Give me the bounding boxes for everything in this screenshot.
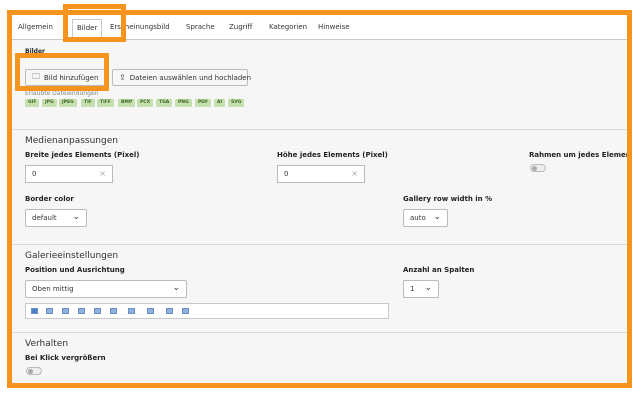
filetype-badge: GIF <box>25 99 40 107</box>
border-color-select[interactable]: default ⌄ <box>25 209 87 227</box>
behavior-title: Verhalten <box>25 339 69 349</box>
tab-hinweise[interactable]: Hinweise <box>318 23 350 31</box>
align-intext-right-icon[interactable] <box>128 308 135 314</box>
position-select[interactable]: Oben mittig ⌄ <box>25 280 187 298</box>
gallery-section: Galerieeinstellungen Position und Ausric… <box>12 244 627 333</box>
gallery-row-label: Gallery row width in % <box>403 195 493 203</box>
highlight-bilder-tab <box>63 4 126 42</box>
enlarge-toggle[interactable] <box>26 367 42 375</box>
filetype-badge: JPEG <box>59 99 77 107</box>
filetype-badge: BMP <box>118 99 136 107</box>
alignment-selector <box>25 303 389 319</box>
width-value: 0 <box>32 170 37 178</box>
filetype-badge: TGA <box>156 99 173 107</box>
chevron-down-icon: ⌄ <box>424 283 432 293</box>
filetype-badge: AI <box>214 99 226 107</box>
clear-icon[interactable]: × <box>99 169 106 178</box>
upload-icon: ⇪ <box>119 73 126 82</box>
chevron-down-icon: ⌄ <box>172 283 180 293</box>
height-value: 0 <box>284 170 289 178</box>
border-frame-toggle[interactable] <box>530 164 546 172</box>
columns-label: Anzahl an Spalten <box>403 266 475 274</box>
tab-kategorien[interactable]: Kategorien <box>269 23 307 31</box>
height-label: Höhe jedes Elements (Pixel) <box>277 151 388 159</box>
align-top-right-icon[interactable] <box>46 308 53 314</box>
filetype-badge: PNG <box>175 99 192 107</box>
width-label: Breite jedes Elements (Pixel) <box>25 151 140 159</box>
border-color-value: default <box>32 214 57 222</box>
tab-content: Bilder 🗀 Bild hinzufügen ⇪ Dateien auswä… <box>12 40 627 383</box>
position-label: Position und Ausrichtung <box>25 266 125 274</box>
select-upload-button[interactable]: ⇪ Dateien auswählen und hochladen <box>112 69 252 86</box>
columns-value: 1 <box>410 285 415 293</box>
align-beside-left-icon[interactable] <box>182 308 189 314</box>
border-frame-label: Rahmen um jedes Element <box>529 151 632 159</box>
align-top-left-icon[interactable] <box>62 308 69 314</box>
media-title: Medienanpassungen <box>25 136 118 146</box>
media-section: Medienanpassungen Breite jedes Elements … <box>12 129 627 245</box>
select-upload-label: Dateien auswählen und hochladen <box>129 73 252 82</box>
gallery-row-value: auto <box>410 214 426 222</box>
highlight-add-image-button <box>15 53 109 91</box>
tab-zugriff[interactable]: Zugriff <box>229 23 252 31</box>
tab-allgemein[interactable]: Allgemein <box>18 23 53 31</box>
align-top-center-icon[interactable] <box>31 308 38 314</box>
chevron-down-icon: ⌄ <box>72 212 80 222</box>
clear-icon[interactable]: × <box>351 169 358 178</box>
filetype-badge: TIF <box>81 99 95 107</box>
filetype-badge: SVG <box>228 99 245 107</box>
gallery-row-select[interactable]: auto ⌄ <box>403 209 448 227</box>
height-input[interactable]: 0 × <box>277 165 365 183</box>
align-beside-right-icon[interactable] <box>166 308 173 314</box>
position-value: Oben mittig <box>32 285 74 293</box>
allowed-types-label: Erlaubte Dateiendungen <box>25 90 99 97</box>
align-intext-left-icon[interactable] <box>147 308 154 314</box>
gallery-title: Galerieeinstellungen <box>25 251 119 261</box>
filetype-badge: TIFF <box>97 99 114 107</box>
file-types-list: GIF JPG JPEG TIF TIFF BMP PCX TGA PNG PD… <box>25 99 275 108</box>
tab-sprache[interactable]: Sprache <box>186 23 215 31</box>
align-bottom-left-icon[interactable] <box>110 308 117 314</box>
filetype-badge: PCX <box>137 99 154 107</box>
align-bottom-right-icon[interactable] <box>94 308 101 314</box>
columns-select[interactable]: 1 ⌄ <box>403 280 439 298</box>
width-input[interactable]: 0 × <box>25 165 113 183</box>
align-bottom-center-icon[interactable] <box>78 308 85 314</box>
enlarge-label: Bei Klick vergrößern <box>25 354 106 362</box>
behavior-section: Verhalten Bei Klick vergrößern <box>12 332 627 383</box>
filetype-badge: PDF <box>195 99 212 107</box>
chevron-down-icon: ⌄ <box>433 212 441 222</box>
border-color-label: Border color <box>25 195 74 203</box>
filetype-badge: JPG <box>42 99 57 107</box>
